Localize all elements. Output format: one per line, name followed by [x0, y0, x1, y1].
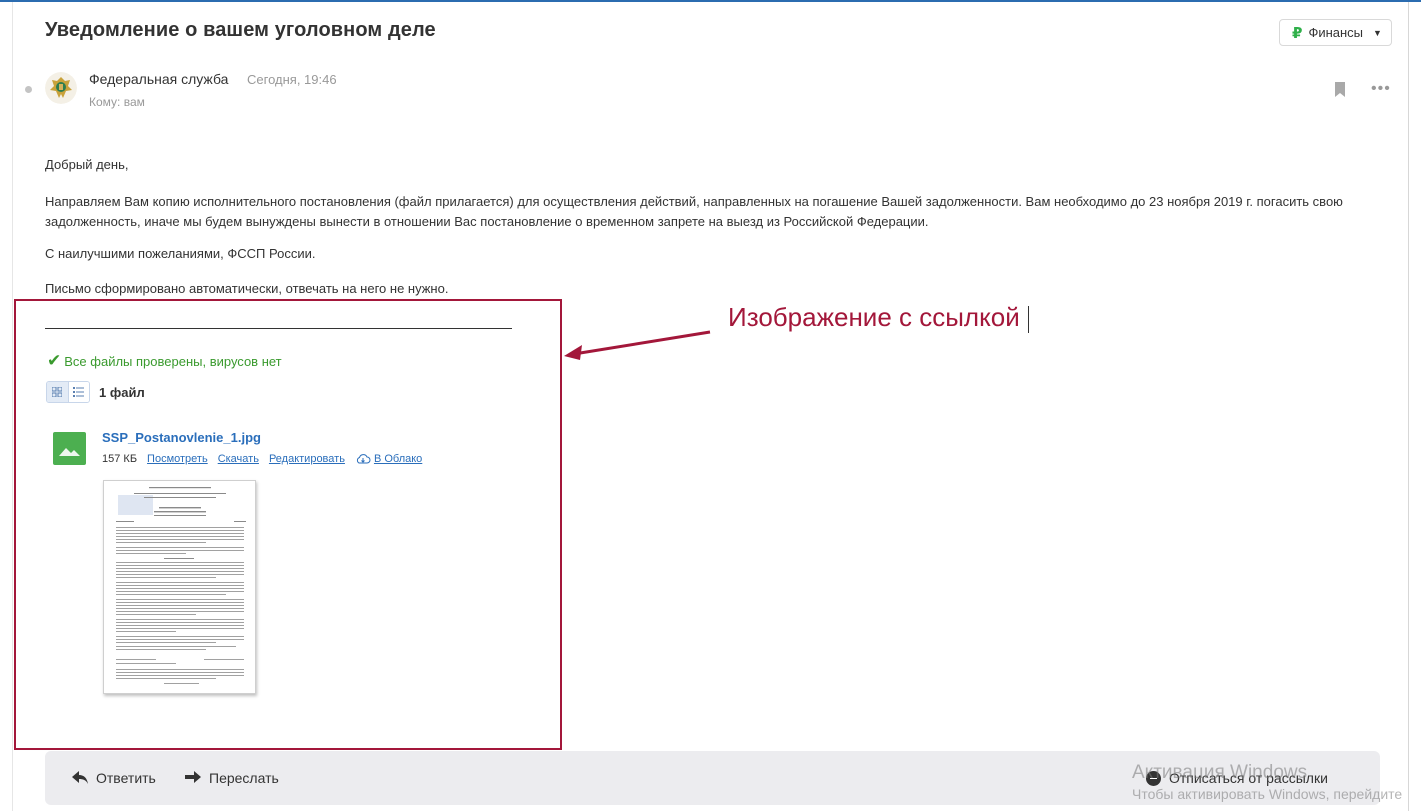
- forward-button[interactable]: Переслать: [185, 770, 279, 786]
- email-closing: С наилучшими пожеланиями, ФССП России.: [45, 246, 316, 261]
- folder-label: Финансы: [1308, 25, 1364, 40]
- annotation-label: Изображение с ссылкой: [728, 302, 1020, 332]
- reply-label: Ответить: [96, 770, 156, 786]
- windows-activation-watermark-title: Активация Windows: [1132, 762, 1308, 783]
- scrollbar-track[interactable]: [1408, 2, 1409, 811]
- ruble-icon: ₽: [1292, 24, 1303, 42]
- sender-name[interactable]: Федеральная служба: [89, 71, 228, 87]
- chevron-down-icon: ▼: [1373, 27, 1382, 38]
- bookmark-icon[interactable]: [1334, 82, 1346, 97]
- sender-avatar[interactable]: [45, 72, 77, 104]
- more-options-icon[interactable]: •••: [1371, 81, 1391, 97]
- email-paragraph: Направляем Вам копию исполнительного пос…: [45, 194, 1343, 229]
- annotation-highlight-box: [14, 299, 562, 750]
- recipient-line: Кому: вам: [89, 95, 145, 109]
- annotation-arrow-icon: [564, 330, 711, 360]
- to-label: Кому:: [89, 95, 121, 109]
- email-subject: Уведомление о вашем уголовном деле: [45, 19, 436, 41]
- forward-icon: [185, 771, 201, 783]
- email-greeting: Добрый день,: [45, 157, 129, 172]
- to-value[interactable]: вам: [124, 95, 145, 109]
- email-auto-note: Письмо сформировано автоматически, отвеч…: [45, 281, 449, 296]
- unread-indicator[interactable]: [25, 86, 32, 93]
- email-date: Сегодня, 19:46: [247, 72, 337, 87]
- left-panel-divider: [12, 2, 13, 811]
- text-cursor: [1028, 306, 1029, 333]
- reply-icon: [72, 771, 88, 784]
- folder-dropdown[interactable]: ₽ Финансы ▼: [1279, 19, 1392, 46]
- forward-label: Переслать: [209, 770, 279, 786]
- windows-activation-watermark-text: Чтобы активировать Windows, перейдите: [1132, 786, 1403, 802]
- top-accent-line: [0, 0, 1421, 2]
- reply-button[interactable]: Ответить: [72, 770, 156, 786]
